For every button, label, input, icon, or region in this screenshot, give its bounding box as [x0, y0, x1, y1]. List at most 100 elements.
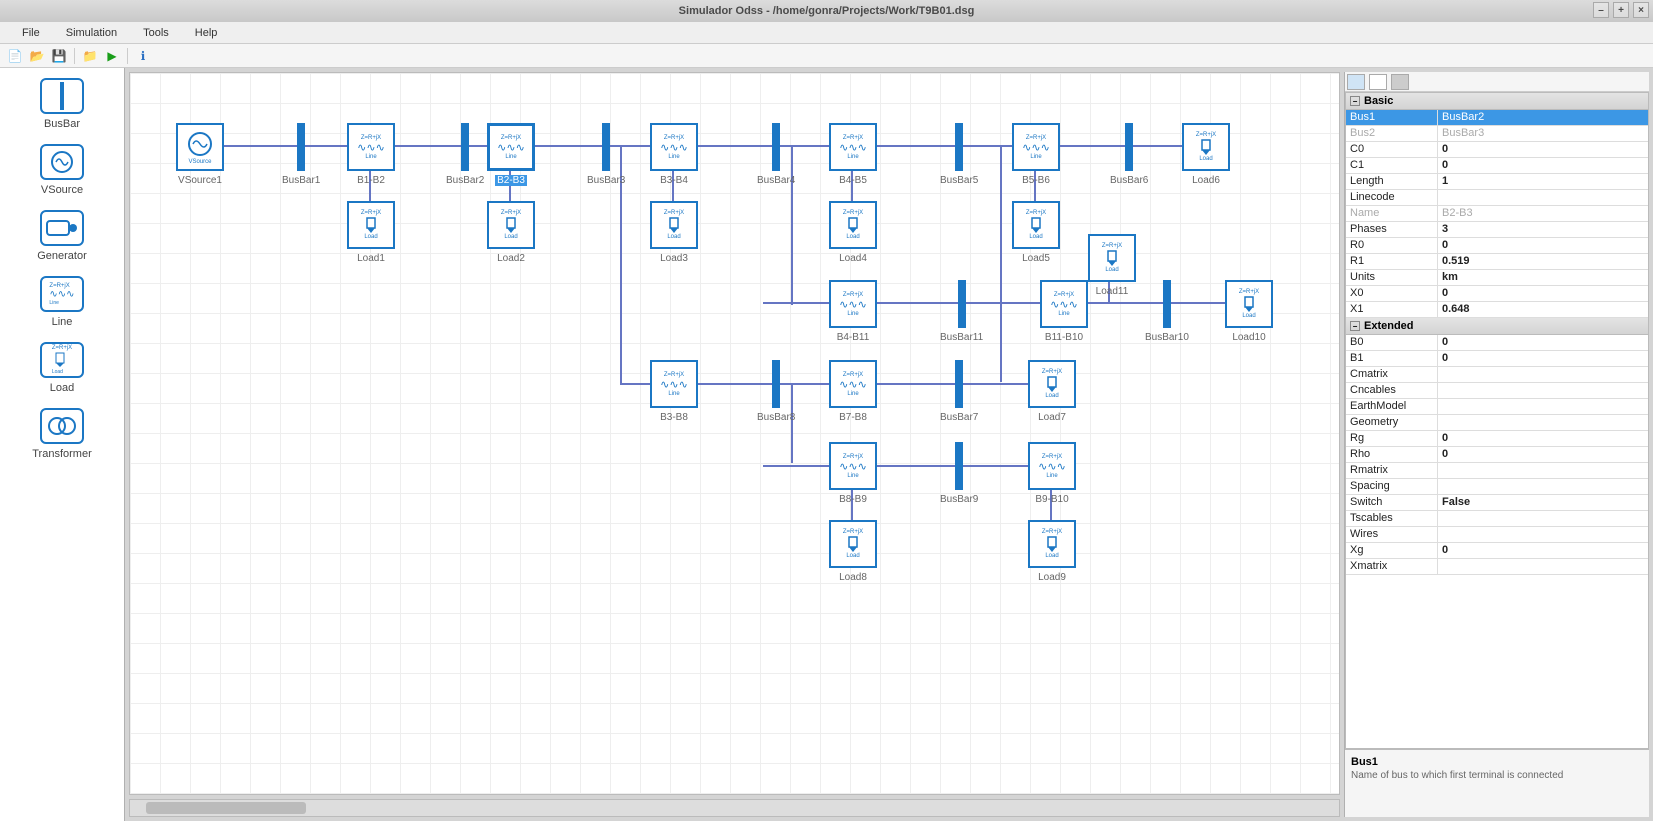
new-file-icon[interactable]: 📄: [6, 47, 24, 65]
property-value[interactable]: B2-B3: [1438, 206, 1648, 221]
property-value[interactable]: [1438, 559, 1648, 574]
canvas-load-load3[interactable]: Z=R+jXLoadLoad3: [650, 201, 698, 264]
canvas[interactable]: VSourceVSource1BusBar1Z=R+jX∿∿∿LineB1-B2…: [129, 72, 1340, 795]
property-row-r1[interactable]: R10.519: [1346, 254, 1648, 270]
wire[interactable]: [1060, 145, 1116, 147]
wire[interactable]: [1000, 302, 1002, 382]
wire[interactable]: [1000, 145, 1002, 305]
property-row-xmatrix[interactable]: Xmatrix: [1346, 559, 1648, 575]
wire[interactable]: [535, 145, 593, 147]
property-value[interactable]: 0: [1438, 238, 1648, 253]
canvas-line-b11-b10[interactable]: Z=R+jX∿∿∿LineB11-B10: [1040, 280, 1088, 343]
property-value[interactable]: 0.519: [1438, 254, 1648, 269]
property-row-c1[interactable]: C10: [1346, 158, 1648, 174]
canvas-load-load10[interactable]: Z=R+jXLoadLoad10: [1225, 280, 1273, 343]
canvas-load-load2[interactable]: Z=R+jXLoadLoad2: [487, 201, 535, 264]
wire[interactable]: [395, 145, 453, 147]
property-value[interactable]: BusBar2: [1438, 110, 1648, 125]
property-value[interactable]: [1438, 527, 1648, 542]
tab-alphabetical-icon[interactable]: [1369, 74, 1387, 90]
canvas-line-b3-b4[interactable]: Z=R+jX∿∿∿LineB3-B4: [650, 123, 698, 186]
palette-item-busbar[interactable]: BusBar: [40, 78, 84, 130]
palette-item-transformer[interactable]: Transformer: [32, 408, 92, 460]
property-row-phases[interactable]: Phases3: [1346, 222, 1648, 238]
menu-file[interactable]: File: [10, 25, 52, 41]
property-value[interactable]: km: [1438, 270, 1648, 285]
property-value[interactable]: [1438, 399, 1648, 414]
wire[interactable]: [620, 383, 654, 385]
wire[interactable]: [698, 383, 764, 385]
canvas-load-load4[interactable]: Z=R+jXLoadLoad4: [829, 201, 877, 264]
wire[interactable]: [224, 145, 288, 147]
wire[interactable]: [877, 145, 947, 147]
property-value[interactable]: BusBar3: [1438, 126, 1648, 141]
property-row-rmatrix[interactable]: Rmatrix: [1346, 463, 1648, 479]
canvas-bus-busbar6[interactable]: BusBar6: [1110, 123, 1148, 186]
canvas-line-b2-b3[interactable]: Z=R+jX∿∿∿LineB2-B3: [487, 123, 535, 186]
menu-simulation[interactable]: Simulation: [54, 25, 129, 41]
canvas-load-load1[interactable]: Z=R+jXLoadLoad1: [347, 201, 395, 264]
help-icon[interactable]: ℹ: [134, 47, 152, 65]
wire[interactable]: [763, 465, 833, 467]
folder-icon[interactable]: 📁: [81, 47, 99, 65]
property-value[interactable]: [1438, 479, 1648, 494]
property-value[interactable]: 0: [1438, 142, 1648, 157]
canvas-line-b3-b8[interactable]: Z=R+jX∿∿∿LineB3-B8: [650, 360, 698, 423]
property-value[interactable]: 0: [1438, 158, 1648, 173]
wire[interactable]: [877, 302, 947, 304]
property-row-wires[interactable]: Wires: [1346, 527, 1648, 543]
property-row-b0[interactable]: B00: [1346, 335, 1648, 351]
property-row-bus2[interactable]: Bus2BusBar3: [1346, 126, 1648, 142]
canvas-bus-busbar3[interactable]: BusBar3: [587, 123, 625, 186]
property-row-rg[interactable]: Rg0: [1346, 431, 1648, 447]
property-value[interactable]: [1438, 367, 1648, 382]
canvas-load-load8[interactable]: Z=R+jXLoadLoad8: [829, 520, 877, 583]
canvas-bus-busbar10[interactable]: BusBar10: [1145, 280, 1189, 343]
tab-categorized-icon[interactable]: [1347, 74, 1365, 90]
property-value[interactable]: 1: [1438, 174, 1648, 189]
property-row-switch[interactable]: SwitchFalse: [1346, 495, 1648, 511]
property-group-extended[interactable]: −Extended: [1346, 318, 1648, 335]
canvas-line-b4-b5[interactable]: Z=R+jX∿∿∿LineB4-B5: [829, 123, 877, 186]
property-row-b1[interactable]: B10: [1346, 351, 1648, 367]
canvas-bus-busbar8[interactable]: BusBar8: [757, 360, 795, 423]
palette-item-vsource[interactable]: VSource: [40, 144, 84, 196]
palette-item-generator[interactable]: Generator: [37, 210, 87, 262]
property-row-geometry[interactable]: Geometry: [1346, 415, 1648, 431]
property-row-earthmodel[interactable]: EarthModel: [1346, 399, 1648, 415]
property-row-rho[interactable]: Rho0: [1346, 447, 1648, 463]
canvas-line-b9-b10[interactable]: Z=R+jX∿∿∿LineB9-B10: [1028, 442, 1076, 505]
canvas-load-load7[interactable]: Z=R+jXLoadLoad7: [1028, 360, 1076, 423]
property-group-basic[interactable]: −Basic: [1346, 93, 1648, 110]
collapse-icon[interactable]: −: [1350, 96, 1360, 106]
canvas-line-b7-b8[interactable]: Z=R+jX∿∿∿LineB7-B8: [829, 360, 877, 423]
property-row-x0[interactable]: X00: [1346, 286, 1648, 302]
wire[interactable]: [763, 302, 833, 304]
palette-item-line[interactable]: Z=R+jX∿∿∿LineLine: [40, 276, 84, 328]
property-row-linecode[interactable]: Linecode: [1346, 190, 1648, 206]
property-row-tscables[interactable]: Tscables: [1346, 511, 1648, 527]
canvas-bus-busbar2[interactable]: BusBar2: [446, 123, 484, 186]
canvas-load-load6[interactable]: Z=R+jXLoadLoad6: [1182, 123, 1230, 186]
wire[interactable]: [1088, 302, 1152, 304]
save-file-icon[interactable]: 💾: [50, 47, 68, 65]
canvas-load-load9[interactable]: Z=R+jXLoadLoad9: [1028, 520, 1076, 583]
property-value[interactable]: [1438, 415, 1648, 430]
canvas-bus-busbar5[interactable]: BusBar5: [940, 123, 978, 186]
menu-tools[interactable]: Tools: [131, 25, 181, 41]
canvas-bus-busbar9[interactable]: BusBar9: [940, 442, 978, 505]
canvas-vsource-vsource1[interactable]: VSourceVSource1: [176, 123, 224, 186]
canvas-bus-busbar7[interactable]: BusBar7: [940, 360, 978, 423]
property-value[interactable]: False: [1438, 495, 1648, 510]
property-row-c0[interactable]: C00: [1346, 142, 1648, 158]
property-value[interactable]: [1438, 463, 1648, 478]
horizontal-scrollbar[interactable]: [129, 799, 1340, 817]
palette-item-load[interactable]: Z=R+jXLoadLoad: [40, 342, 84, 394]
property-value[interactable]: 3: [1438, 222, 1648, 237]
wire[interactable]: [877, 383, 947, 385]
property-value[interactable]: 0: [1438, 447, 1648, 462]
close-button[interactable]: ×: [1633, 2, 1649, 18]
property-value[interactable]: 0: [1438, 431, 1648, 446]
property-row-name[interactable]: NameB2-B3: [1346, 206, 1648, 222]
property-value[interactable]: [1438, 190, 1648, 205]
